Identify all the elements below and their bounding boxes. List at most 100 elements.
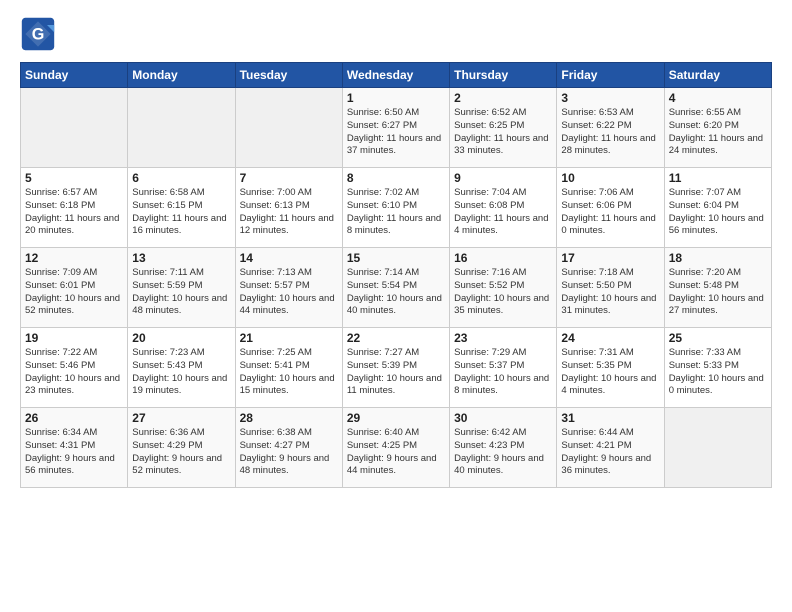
col-header-thursday: Thursday [450, 63, 557, 88]
day-number: 5 [25, 171, 123, 185]
day-info: Sunrise: 6:44 AM Sunset: 4:21 PM Dayligh… [561, 427, 659, 478]
page: G SundayMondayTuesdayWednesdayThursdayFr… [0, 0, 792, 498]
day-number: 10 [561, 171, 659, 185]
day-number: 31 [561, 411, 659, 425]
day-info: Sunrise: 7:33 AM Sunset: 5:33 PM Dayligh… [669, 347, 767, 398]
day-number: 11 [669, 171, 767, 185]
logo: G [20, 16, 60, 52]
day-cell: 1 Sunrise: 6:50 AM Sunset: 6:27 PM Daylig… [342, 88, 449, 168]
day-cell: 10 Sunrise: 7:06 AM Sunset: 6:06 PM Dayli… [557, 168, 664, 248]
day-number: 22 [347, 331, 445, 345]
day-info: Sunrise: 6:52 AM Sunset: 6:25 PM Dayligh… [454, 107, 552, 158]
day-info: Sunrise: 7:04 AM Sunset: 6:08 PM Dayligh… [454, 187, 552, 238]
day-number: 8 [347, 171, 445, 185]
col-header-monday: Monday [128, 63, 235, 88]
day-number: 15 [347, 251, 445, 265]
day-cell: 8 Sunrise: 7:02 AM Sunset: 6:10 PM Daylig… [342, 168, 449, 248]
day-info: Sunrise: 7:06 AM Sunset: 6:06 PM Dayligh… [561, 187, 659, 238]
day-info: Sunrise: 6:38 AM Sunset: 4:27 PM Dayligh… [240, 427, 338, 478]
svg-text:G: G [32, 25, 45, 43]
day-cell: 17 Sunrise: 7:18 AM Sunset: 5:50 PM Dayli… [557, 248, 664, 328]
day-info: Sunrise: 7:27 AM Sunset: 5:39 PM Dayligh… [347, 347, 445, 398]
week-row-1: 1 Sunrise: 6:50 AM Sunset: 6:27 PM Daylig… [21, 88, 772, 168]
day-info: Sunrise: 7:22 AM Sunset: 5:46 PM Dayligh… [25, 347, 123, 398]
day-cell: 4 Sunrise: 6:55 AM Sunset: 6:20 PM Daylig… [664, 88, 771, 168]
day-info: Sunrise: 7:11 AM Sunset: 5:59 PM Dayligh… [132, 267, 230, 318]
day-info: Sunrise: 7:16 AM Sunset: 5:52 PM Dayligh… [454, 267, 552, 318]
day-info: Sunrise: 7:00 AM Sunset: 6:13 PM Dayligh… [240, 187, 338, 238]
day-info: Sunrise: 7:13 AM Sunset: 5:57 PM Dayligh… [240, 267, 338, 318]
day-number: 12 [25, 251, 123, 265]
day-number: 4 [669, 91, 767, 105]
day-info: Sunrise: 6:36 AM Sunset: 4:29 PM Dayligh… [132, 427, 230, 478]
day-cell: 25 Sunrise: 7:33 AM Sunset: 5:33 PM Dayli… [664, 328, 771, 408]
day-number: 30 [454, 411, 552, 425]
day-number: 9 [454, 171, 552, 185]
day-info: Sunrise: 6:50 AM Sunset: 6:27 PM Dayligh… [347, 107, 445, 158]
day-number: 29 [347, 411, 445, 425]
day-number: 16 [454, 251, 552, 265]
col-header-wednesday: Wednesday [342, 63, 449, 88]
week-row-2: 5 Sunrise: 6:57 AM Sunset: 6:18 PM Daylig… [21, 168, 772, 248]
day-number: 13 [132, 251, 230, 265]
calendar-table: SundayMondayTuesdayWednesdayThursdayFrid… [20, 62, 772, 488]
day-cell: 16 Sunrise: 7:16 AM Sunset: 5:52 PM Dayli… [450, 248, 557, 328]
day-cell: 23Sunrise: 7:29 AM Sunset: 5:37 PM Dayli… [450, 328, 557, 408]
day-cell: 14Sunrise: 7:13 AM Sunset: 5:57 PM Dayli… [235, 248, 342, 328]
day-number: 21 [240, 331, 338, 345]
day-info: Sunrise: 7:31 AM Sunset: 5:35 PM Dayligh… [561, 347, 659, 398]
day-info: Sunrise: 6:53 AM Sunset: 6:22 PM Dayligh… [561, 107, 659, 158]
day-cell: 30Sunrise: 6:42 AM Sunset: 4:23 PM Dayli… [450, 408, 557, 488]
day-info: Sunrise: 6:58 AM Sunset: 6:15 PM Dayligh… [132, 187, 230, 238]
day-cell: 31 Sunrise: 6:44 AM Sunset: 4:21 PM Dayli… [557, 408, 664, 488]
day-cell: 29 Sunrise: 6:40 AM Sunset: 4:25 PM Dayli… [342, 408, 449, 488]
day-cell: 18 Sunrise: 7:20 AM Sunset: 5:48 PM Dayli… [664, 248, 771, 328]
day-cell [235, 88, 342, 168]
day-number: 27 [132, 411, 230, 425]
day-number: 6 [132, 171, 230, 185]
day-number: 17 [561, 251, 659, 265]
logo-icon: G [20, 16, 56, 52]
col-header-sunday: Sunday [21, 63, 128, 88]
header: G [20, 16, 772, 52]
day-cell: 20Sunrise: 7:23 AM Sunset: 5:43 PM Dayli… [128, 328, 235, 408]
day-cell: 19 Sunrise: 7:22 AM Sunset: 5:46 PM Dayli… [21, 328, 128, 408]
day-info: Sunrise: 7:02 AM Sunset: 6:10 PM Dayligh… [347, 187, 445, 238]
day-cell: 5 Sunrise: 6:57 AM Sunset: 6:18 PM Daylig… [21, 168, 128, 248]
day-number: 24 [561, 331, 659, 345]
day-number: 2 [454, 91, 552, 105]
day-cell: 24 Sunrise: 7:31 AM Sunset: 5:35 PM Dayli… [557, 328, 664, 408]
day-number: 20 [132, 331, 230, 345]
day-cell [128, 88, 235, 168]
day-cell: 11Sunrise: 7:07 AM Sunset: 6:04 PM Dayli… [664, 168, 771, 248]
day-info: Sunrise: 6:55 AM Sunset: 6:20 PM Dayligh… [669, 107, 767, 158]
day-cell [664, 408, 771, 488]
day-cell: 26 Sunrise: 6:34 AM Sunset: 4:31 PM Dayli… [21, 408, 128, 488]
day-info: Sunrise: 7:09 AM Sunset: 6:01 PM Dayligh… [25, 267, 123, 318]
day-info: Sunrise: 7:20 AM Sunset: 5:48 PM Dayligh… [669, 267, 767, 318]
day-number: 19 [25, 331, 123, 345]
day-info: Sunrise: 7:25 AM Sunset: 5:41 PM Dayligh… [240, 347, 338, 398]
day-number: 18 [669, 251, 767, 265]
day-cell: 22 Sunrise: 7:27 AM Sunset: 5:39 PM Dayli… [342, 328, 449, 408]
day-number: 28 [240, 411, 338, 425]
day-cell: 3Sunrise: 6:53 AM Sunset: 6:22 PM Daylig… [557, 88, 664, 168]
day-info: Sunrise: 7:18 AM Sunset: 5:50 PM Dayligh… [561, 267, 659, 318]
day-info: Sunrise: 7:14 AM Sunset: 5:54 PM Dayligh… [347, 267, 445, 318]
day-number: 1 [347, 91, 445, 105]
header-row: SundayMondayTuesdayWednesdayThursdayFrid… [21, 63, 772, 88]
day-info: Sunrise: 6:57 AM Sunset: 6:18 PM Dayligh… [25, 187, 123, 238]
day-cell: 9 Sunrise: 7:04 AM Sunset: 6:08 PM Daylig… [450, 168, 557, 248]
day-cell: 15 Sunrise: 7:14 AM Sunset: 5:54 PM Dayli… [342, 248, 449, 328]
day-number: 7 [240, 171, 338, 185]
col-header-friday: Friday [557, 63, 664, 88]
day-info: Sunrise: 6:34 AM Sunset: 4:31 PM Dayligh… [25, 427, 123, 478]
day-cell: 27 Sunrise: 6:36 AM Sunset: 4:29 PM Dayli… [128, 408, 235, 488]
day-number: 23 [454, 331, 552, 345]
day-number: 26 [25, 411, 123, 425]
col-header-saturday: Saturday [664, 63, 771, 88]
day-cell: 2 Sunrise: 6:52 AM Sunset: 6:25 PM Daylig… [450, 88, 557, 168]
day-info: Sunrise: 6:40 AM Sunset: 4:25 PM Dayligh… [347, 427, 445, 478]
day-number: 25 [669, 331, 767, 345]
col-header-tuesday: Tuesday [235, 63, 342, 88]
